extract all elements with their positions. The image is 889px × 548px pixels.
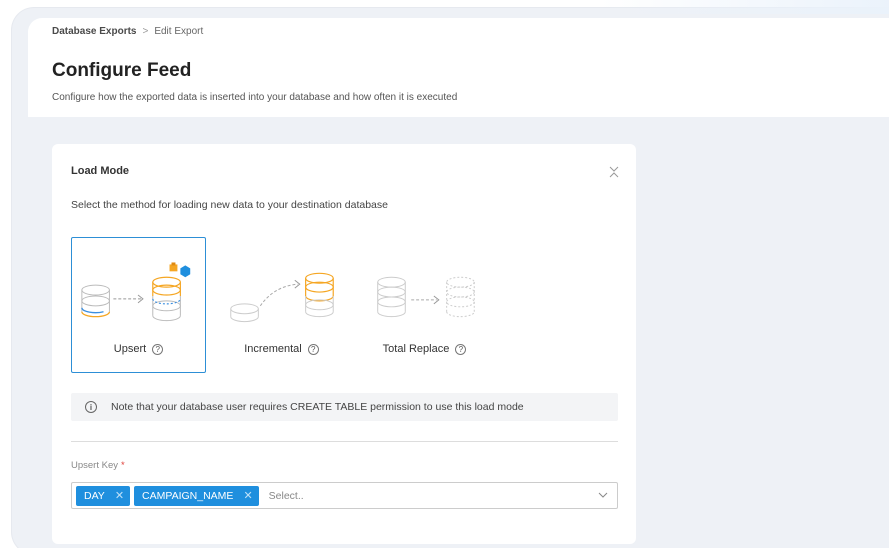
- tag-campaign-name: CAMPAIGN_NAME ✕: [134, 485, 259, 506]
- divider: [71, 441, 618, 442]
- tag-day: DAY ✕: [76, 485, 131, 506]
- database-icon: [81, 262, 191, 322]
- load-mode-title: Load Mode: [71, 165, 130, 177]
- help-icon[interactable]: ?: [455, 343, 467, 355]
- required-mark: *: [121, 460, 125, 471]
- breadcrumb-link-database-exports[interactable]: Database Exports: [52, 26, 136, 37]
- load-mode-label-incremental: Incremental ?: [215, 343, 348, 355]
- info-icon: i: [85, 401, 97, 413]
- breadcrumb-current: Edit Export: [154, 26, 204, 37]
- chevron-right-icon: >: [142, 26, 149, 37]
- load-mode-option-incremental[interactable]: Incremental ?: [214, 237, 349, 373]
- page-subtitle: Configure how the exported data is inser…: [52, 92, 458, 103]
- upsert-key-select[interactable]: DAY ✕ CAMPAIGN_NAME ✕ Select..: [71, 482, 618, 509]
- load-mode-label-upsert: Upsert ?: [72, 343, 205, 355]
- help-icon[interactable]: ?: [307, 343, 319, 355]
- load-mode-description: Select the method for loading new data t…: [71, 199, 388, 211]
- page-title: Configure Feed: [52, 60, 192, 81]
- close-icon[interactable]: ✕: [115, 489, 124, 502]
- collapse-icon[interactable]: [608, 162, 620, 182]
- database-icon: [377, 276, 475, 318]
- help-icon[interactable]: ?: [152, 343, 164, 355]
- database-icon: [230, 272, 334, 323]
- chevron-down-icon[interactable]: [598, 490, 608, 500]
- upsert-key-label: Upsert Key *: [71, 460, 125, 471]
- load-mode-option-total-replace[interactable]: Total Replace ?: [357, 237, 492, 373]
- breadcrumb: Database Exports > Edit Export: [52, 26, 203, 37]
- close-icon[interactable]: ✕: [243, 489, 252, 502]
- info-note-text: Note that your database user requires CR…: [111, 401, 524, 413]
- load-mode-label-total-replace: Total Replace ?: [358, 343, 491, 355]
- frame-glow: [600, 0, 889, 14]
- load-mode-option-upsert[interactable]: Upsert ?: [71, 237, 206, 373]
- load-mode-card: Load Mode Select the method for loading …: [52, 144, 636, 544]
- info-note: i Note that your database user requires …: [71, 393, 618, 421]
- select-placeholder[interactable]: Select..: [269, 490, 304, 502]
